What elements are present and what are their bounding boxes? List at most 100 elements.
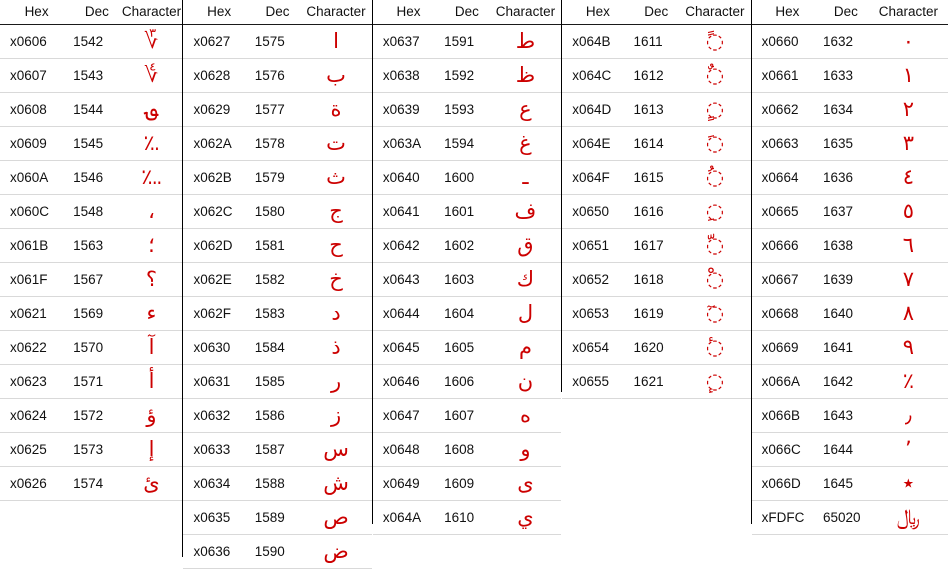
cell-character: و xyxy=(489,432,562,467)
table-row: x066D 1645 ٭ xyxy=(751,466,948,501)
cell-hex: x062A xyxy=(183,126,255,161)
cell-hex: x0645 xyxy=(372,330,445,365)
table-row: x0643 1603 ك xyxy=(372,262,562,297)
cell-character: ◌ً xyxy=(679,24,751,59)
table-row: x0667 1639 ٧ xyxy=(751,262,948,297)
arabic-glyph: ل xyxy=(517,301,534,325)
cell-hex: x0622 xyxy=(0,330,74,365)
cell-dec: 1570 xyxy=(73,330,121,365)
cell-hex: x0641 xyxy=(372,194,445,229)
table-row: x0607 1543 ؇ xyxy=(0,58,183,93)
arabic-glyph: ٤ xyxy=(902,165,914,189)
cell-hex: x064C xyxy=(562,58,634,93)
cell-character: ذ xyxy=(300,330,372,365)
cell-hex: x0607 xyxy=(0,58,74,93)
arabic-glyph: ◌ً xyxy=(705,29,725,53)
table-row: x0629 1577 ة xyxy=(183,92,372,127)
cell-dec: 1636 xyxy=(823,160,869,195)
cell-hex: x0626 xyxy=(0,466,74,501)
cell-hex: x063A xyxy=(372,126,445,161)
char-table-block-3: Hex Dec Character x0637 1591 ط x0638 1592 ظ x0639… xyxy=(371,0,562,538)
cell-hex: x0650 xyxy=(562,194,634,229)
arabic-glyph: ٣ xyxy=(902,131,914,155)
cell-dec: 1579 xyxy=(254,160,301,195)
cell-dec: 1585 xyxy=(254,364,301,399)
arabic-glyph: ٦ xyxy=(902,233,914,257)
arabic-glyph: ظ xyxy=(515,63,536,87)
cell-dec: 1582 xyxy=(254,262,301,297)
arabic-glyph: ٫ xyxy=(904,403,912,427)
table-row: x0647 1607 ه xyxy=(372,398,562,433)
cell-hex: x062F xyxy=(183,296,255,331)
table-row: x0646 1606 ن xyxy=(372,364,562,399)
cell-dec: 1588 xyxy=(254,466,301,501)
cell-dec: 1635 xyxy=(823,126,869,161)
table-row: x062A 1578 ت xyxy=(183,126,372,161)
cell-dec: 1604 xyxy=(444,296,490,331)
arabic-glyph: ت xyxy=(326,131,346,155)
cell-dec: 1638 xyxy=(823,228,869,263)
cell-hex: x060C xyxy=(0,194,74,229)
arabic-glyph: ي xyxy=(517,505,534,529)
cell-character: د xyxy=(300,296,372,331)
cell-hex: x0606 xyxy=(0,24,74,59)
column-header-dec: Dec xyxy=(254,0,301,25)
arabic-glyph: ؆ xyxy=(144,29,159,53)
arabic-glyph: ◌ْ xyxy=(705,267,725,291)
cell-character: ض xyxy=(300,534,372,569)
cell-dec: 1613 xyxy=(633,92,680,127)
cell-character: ظ xyxy=(489,58,562,93)
cell-hex: x0634 xyxy=(183,466,255,501)
arabic-glyph: ◌ُ xyxy=(705,165,725,189)
arabic-glyph: خ xyxy=(329,267,343,291)
cell-hex: x062E xyxy=(183,262,255,297)
cell-character: ٭ xyxy=(868,466,948,501)
arabic-glyph: ، xyxy=(148,199,155,223)
table-row: x0631 1585 ر xyxy=(183,364,372,399)
cell-hex: x064B xyxy=(562,24,634,59)
column-header-hex: Hex xyxy=(0,0,74,25)
cell-dec: 1576 xyxy=(254,58,301,93)
cell-character: ج xyxy=(300,194,372,229)
table-row: x066B 1643 ٫ xyxy=(751,398,948,433)
arabic-glyph: ؈ xyxy=(145,97,158,121)
cell-hex: x0627 xyxy=(183,24,255,59)
arabic-glyph: ١ xyxy=(902,63,914,87)
cell-dec: 1543 xyxy=(73,58,121,93)
arabic-glyph: ٭ xyxy=(902,471,915,495)
cell-hex: x0646 xyxy=(372,364,445,399)
column-header-dec: Dec xyxy=(633,0,680,25)
table-row: x062F 1583 د xyxy=(183,296,372,331)
column-header-dec: Dec xyxy=(823,0,869,25)
cell-character: ◌ٓ xyxy=(679,296,751,331)
table-row: x0651 1617 ◌ّ xyxy=(562,228,751,263)
table-2: Hex Dec Character x0627 1575 ا x0628 1576 ب x0629… xyxy=(183,0,372,569)
cell-character: ه xyxy=(489,398,562,433)
cell-dec: 1572 xyxy=(73,398,121,433)
table-row: x0652 1618 ◌ْ xyxy=(562,262,751,297)
table-row: x0638 1592 ظ xyxy=(372,58,562,93)
cell-dec: 1584 xyxy=(254,330,301,365)
arabic-glyph: ش xyxy=(323,471,349,495)
arabic-glyph: ك xyxy=(516,267,535,291)
column-header-hex: Hex xyxy=(183,0,255,25)
cell-dec: 1574 xyxy=(73,466,121,501)
cell-character: ؤ xyxy=(120,398,183,433)
table-row: x064E 1614 ◌َ xyxy=(562,126,751,161)
table-1: Hex Dec Character x0606 1542 ؆ x0607 1543 ؇ x0608… xyxy=(0,0,183,501)
cell-character: س xyxy=(300,432,372,467)
cell-hex: x0664 xyxy=(751,160,823,195)
cell-dec: 1592 xyxy=(444,58,490,93)
cell-dec: 1548 xyxy=(73,194,121,229)
cell-character: آ xyxy=(120,330,183,365)
arabic-glyph: ٨ xyxy=(902,301,914,325)
cell-character: ٨ xyxy=(868,296,948,331)
cell-character: ٣ xyxy=(868,126,948,161)
cell-character: ا xyxy=(300,24,372,59)
cell-hex: x0654 xyxy=(562,330,634,365)
table-row: x0635 1589 ص xyxy=(183,500,372,535)
arabic-glyph: ٪ xyxy=(902,369,914,393)
cell-character: ، xyxy=(120,194,183,229)
cell-character: ب xyxy=(300,58,372,93)
arabic-glyph: آ xyxy=(148,335,155,359)
